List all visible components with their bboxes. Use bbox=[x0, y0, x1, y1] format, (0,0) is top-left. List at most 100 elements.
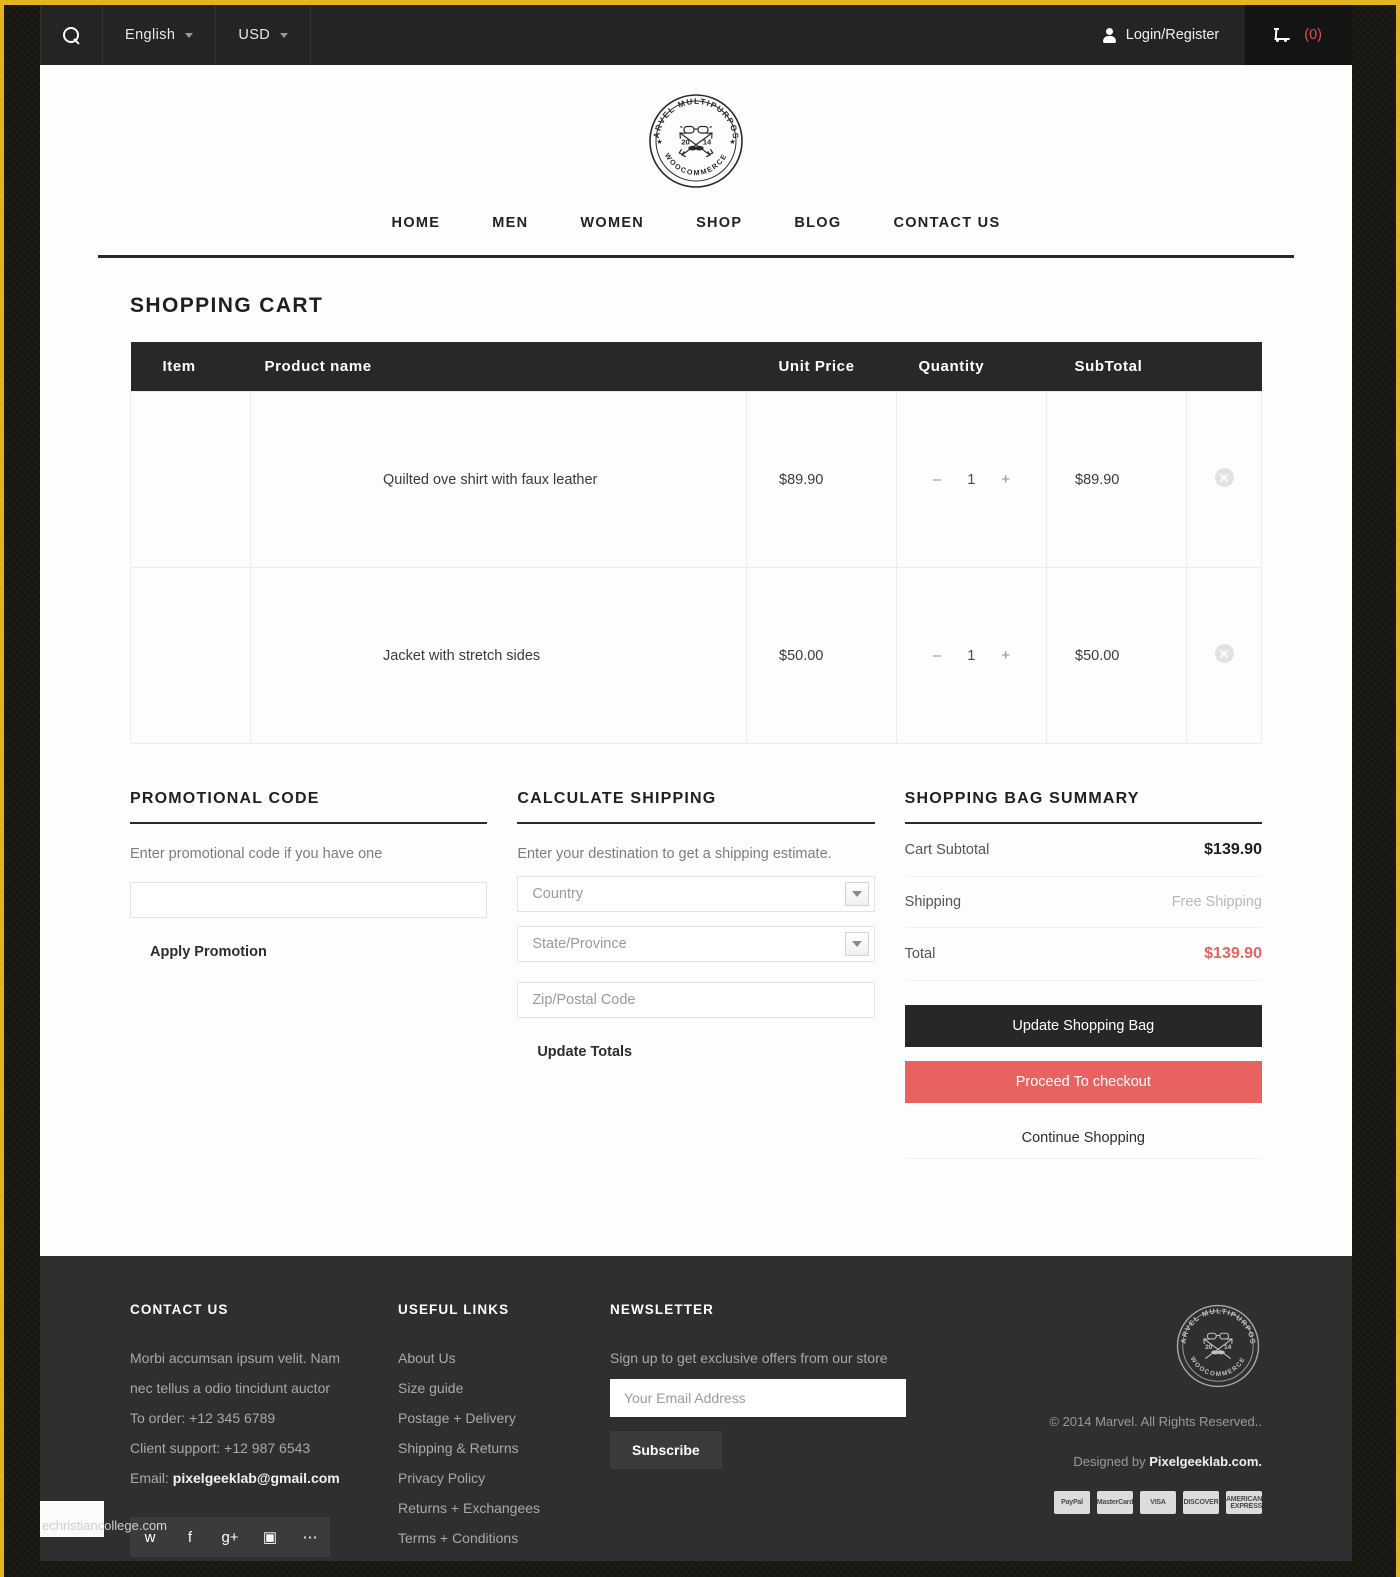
shipping-hint: Enter your destination to get a shipping… bbox=[517, 846, 832, 862]
cart-count: (0) bbox=[1304, 27, 1322, 43]
nav-item-shop[interactable]: SHOP bbox=[670, 215, 768, 231]
update-totals-button[interactable]: Update Totals bbox=[537, 1044, 632, 1060]
newsletter-email-input[interactable] bbox=[610, 1379, 906, 1417]
nav-item-home[interactable]: HOME bbox=[366, 215, 467, 231]
instagram-icon[interactable]: ▣ bbox=[250, 1517, 290, 1557]
footer-links-title: USEFUL LINKS bbox=[398, 1302, 510, 1317]
svg-text:★: ★ bbox=[656, 138, 662, 146]
footer-link-terms-conditions[interactable]: Terms + Conditions bbox=[398, 1523, 610, 1553]
mastercard-icon: MasterCard bbox=[1097, 1491, 1133, 1514]
zip-postal-code-input[interactable] bbox=[517, 982, 875, 1018]
promo-title: PROMOTIONAL CODE bbox=[130, 790, 488, 824]
state-select-wrapper[interactable]: State/Province bbox=[517, 926, 875, 962]
state-province-select[interactable]: State/Province bbox=[517, 926, 875, 962]
footer-link-about-us[interactable]: About Us bbox=[398, 1343, 610, 1373]
remove-item-cell[interactable] bbox=[1186, 391, 1262, 568]
nav-item-women[interactable]: WOMEN bbox=[554, 215, 670, 231]
site-logo[interactable]: MARVEL MULTIPURPOSE WOOCOMMERCE bbox=[40, 65, 1352, 191]
main-content: SHOPPING CART Item Product name Unit Pri… bbox=[40, 294, 1352, 1159]
svg-text:MARVEL MULTIPURPOSE: MARVEL MULTIPURPOSE bbox=[1174, 1302, 1258, 1345]
quantity-decrease-button[interactable]: – bbox=[933, 647, 941, 664]
cart-table: Item Product name Unit Price Quantity Su… bbox=[130, 342, 1262, 744]
shipping-title: CALCULATE SHIPPING bbox=[517, 790, 875, 824]
chevron-down-icon[interactable] bbox=[844, 932, 869, 956]
watermark-text: echristiancollege.com bbox=[42, 1518, 168, 1533]
chevron-down-icon[interactable] bbox=[844, 882, 869, 906]
paypal-icon: PayPal bbox=[1054, 1491, 1090, 1514]
footer-contact-line2: nec tellus a odio tincidunt auctor bbox=[130, 1380, 331, 1396]
product-thumbnail[interactable] bbox=[130, 391, 251, 568]
product-unit-price: $50.00 bbox=[746, 567, 897, 744]
language-selector[interactable]: English bbox=[103, 5, 217, 65]
proceed-to-checkout-button[interactable]: Proceed To checkout bbox=[904, 1061, 1262, 1103]
footer-link-privacy-policy[interactable]: Privacy Policy bbox=[398, 1463, 610, 1493]
column-remove bbox=[1186, 342, 1262, 392]
promotional-code-section: PROMOTIONAL CODE Enter promotional code … bbox=[130, 790, 488, 1159]
promo-code-input[interactable] bbox=[130, 882, 488, 918]
country-select[interactable]: Country bbox=[517, 876, 875, 912]
close-icon[interactable] bbox=[1214, 644, 1234, 663]
footer-email-row: Email: pixelgeeklab@gmail.com bbox=[130, 1463, 398, 1493]
main-navigation: HOME MEN WOMEN SHOP BLOG CONTACT US bbox=[40, 215, 1352, 231]
subscribe-button[interactable]: Subscribe bbox=[610, 1431, 722, 1469]
search-button[interactable] bbox=[40, 5, 103, 65]
quantity-value[interactable]: 1 bbox=[967, 648, 975, 664]
footer-brand-column: MARVEL MULTIPURPOSE WOOCOMMERCE bbox=[906, 1302, 1262, 1557]
remove-item-cell[interactable] bbox=[1186, 567, 1262, 744]
discover-icon: DISCOVER bbox=[1183, 1491, 1219, 1514]
country-select-wrapper[interactable]: Country bbox=[517, 876, 875, 912]
quantity-increase-button[interactable]: + bbox=[1001, 471, 1010, 488]
quantity-increase-button[interactable]: + bbox=[1001, 647, 1010, 664]
footer-designed-by-row: Designed by Pixelgeeklab.com. bbox=[906, 1449, 1262, 1475]
search-icon[interactable] bbox=[63, 26, 80, 44]
footer-link-postage-delivery[interactable]: Postage + Delivery bbox=[398, 1403, 610, 1433]
footer-copyright: © 2014 Marvel. All Rights Reserved.. bbox=[1049, 1414, 1262, 1429]
cart-button[interactable]: (0) bbox=[1245, 5, 1352, 65]
product-name[interactable]: Quilted ove shirt with faux leather bbox=[250, 391, 747, 568]
login-register-link[interactable]: Login/Register bbox=[1077, 5, 1246, 65]
product-thumbnail[interactable] bbox=[130, 567, 251, 744]
summary-label: Shipping bbox=[904, 894, 962, 910]
quantity-stepper[interactable]: – 1 + bbox=[896, 391, 1047, 568]
footer-contact-column: CONTACT US Morbi accumsan ipsum velit. N… bbox=[130, 1302, 398, 1557]
column-unit-price: Unit Price bbox=[746, 342, 897, 392]
nav-item-contact-us[interactable]: CONTACT US bbox=[867, 215, 1026, 231]
footer-order-phone: To order: +12 345 6789 bbox=[130, 1410, 276, 1426]
nav-item-men[interactable]: MEN bbox=[466, 215, 554, 231]
svg-text:20: 20 bbox=[1205, 1344, 1213, 1351]
summary-title: SHOPPING BAG SUMMARY bbox=[904, 790, 1262, 824]
footer-link-size-guide[interactable]: Size guide bbox=[398, 1373, 610, 1403]
quantity-decrease-button[interactable]: – bbox=[933, 471, 941, 488]
google-plus-icon[interactable]: g+ bbox=[210, 1517, 250, 1557]
product-name[interactable]: Jacket with stretch sides bbox=[250, 567, 747, 744]
footer-link-shipping-returns[interactable]: Shipping & Returns bbox=[398, 1433, 610, 1463]
currency-label: USD bbox=[238, 27, 271, 43]
footer-contact-line1: Morbi accumsan ipsum velit. Nam bbox=[130, 1350, 341, 1366]
page-title: SHOPPING CART bbox=[130, 294, 324, 317]
visa-icon: VISA bbox=[1140, 1491, 1176, 1514]
apply-promotion-button[interactable]: Apply Promotion bbox=[150, 944, 267, 960]
chevron-down-icon bbox=[280, 32, 289, 38]
footer-newsletter-title: NEWSLETTER bbox=[610, 1302, 714, 1317]
flickr-icon[interactable]: ⋯ bbox=[290, 1517, 330, 1557]
close-icon[interactable] bbox=[1214, 468, 1234, 487]
cart-table-body: Quilted ove shirt with faux leather $89.… bbox=[130, 391, 1262, 744]
currency-selector[interactable]: USD bbox=[216, 5, 312, 65]
payment-methods: PayPal MasterCard VISA DISCOVER AMERICAN… bbox=[906, 1491, 1262, 1514]
footer-support-phone: Client support: +12 987 6543 bbox=[130, 1440, 311, 1456]
designed-by-link[interactable]: Pixelgeeklab.com. bbox=[1149, 1454, 1262, 1469]
quantity-value[interactable]: 1 bbox=[967, 472, 975, 488]
summary-row-total: Total $139.90 bbox=[904, 928, 1262, 981]
footer-email-address[interactable]: pixelgeeklab@gmail.com bbox=[173, 1470, 340, 1486]
nav-item-blog[interactable]: BLOG bbox=[768, 215, 867, 231]
footer-newsletter-column: NEWSLETTER Sign up to get exclusive offe… bbox=[610, 1302, 906, 1557]
continue-shopping-button[interactable]: Continue Shopping bbox=[904, 1117, 1262, 1159]
table-row: Quilted ove shirt with faux leather $89.… bbox=[130, 391, 1262, 568]
update-shopping-bag-button[interactable]: Update Shopping Bag bbox=[904, 1005, 1262, 1047]
quantity-stepper[interactable]: – 1 + bbox=[896, 567, 1047, 744]
summary-value: Free Shipping bbox=[1171, 894, 1262, 910]
facebook-icon[interactable]: f bbox=[170, 1517, 210, 1557]
summary-value: $139.90 bbox=[1204, 841, 1262, 858]
footer-link-returns-exchanges[interactable]: Returns + Exchangees bbox=[398, 1493, 610, 1523]
summary-label: Total bbox=[904, 946, 936, 962]
